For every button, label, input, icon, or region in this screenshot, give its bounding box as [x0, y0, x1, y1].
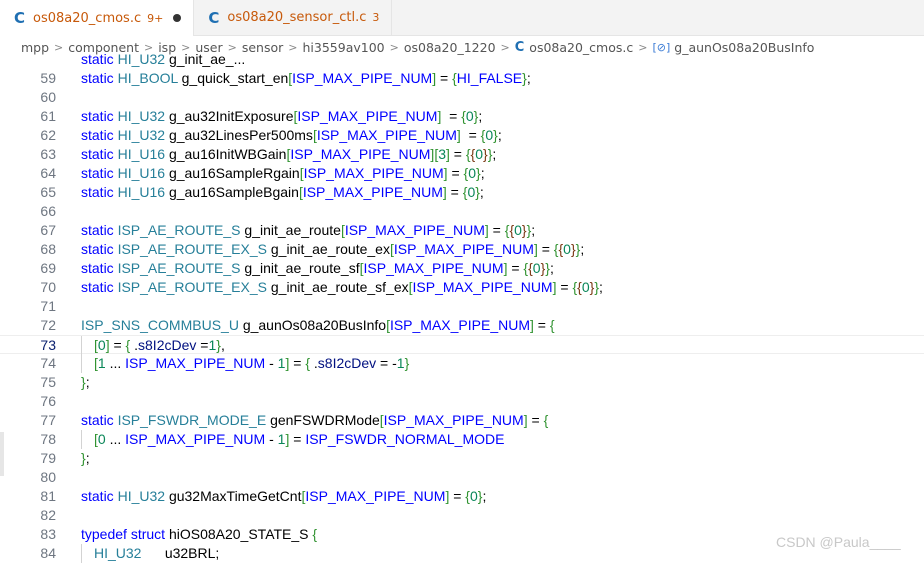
indent-guide: [81, 544, 94, 563]
line-number: 73: [40, 337, 56, 353]
code-line[interactable]: 67 static ISP_AE_ROUTE_S g_init_ae_route[…: [0, 221, 924, 240]
line-number: 79: [40, 450, 56, 466]
code-text: static HI_U16 g_au16SampleRgain[ISP_MAX_…: [81, 165, 485, 181]
code-text: HI_U32 u32BRL;: [81, 544, 219, 563]
code-line[interactable]: 68 static ISP_AE_ROUTE_EX_S g_init_ae_rou…: [0, 240, 924, 259]
code-text: static HI_U32 gu32MaxTimeGetCnt[ISP_MAX_…: [81, 488, 487, 504]
c-file-icon: C: [14, 9, 26, 27]
code-text: static HI_U32 g_au32InitExposure[ISP_MAX…: [81, 108, 483, 124]
tab-label: os08a20_sensor_ctl.c: [227, 10, 367, 25]
tab-label: os08a20_cmos.c: [33, 10, 142, 26]
code-text: static ISP_FSWDR_MODE_E genFSWDRMode[ISP…: [81, 412, 549, 428]
c-file-icon: C: [208, 8, 220, 27]
code-text: [0] = { .s8I2cDev =1},: [81, 336, 225, 355]
line-number: 80: [40, 469, 56, 485]
code-text: static HI_BOOL g_quick_start_en[ISP_MAX_…: [81, 70, 531, 86]
line-number: 72: [40, 317, 56, 333]
line-number: 61: [40, 108, 56, 124]
problems-badge: 3: [372, 11, 380, 24]
indent-guide: [81, 430, 94, 449]
unsaved-dot-icon[interactable]: [173, 14, 182, 22]
line-number: 60: [40, 89, 56, 105]
tab-os08a20-sensor-ctl[interactable]: C os08a20_sensor_ctl.c 3: [194, 0, 393, 35]
code-text: static ISP_AE_ROUTE_EX_S g_init_ae_route…: [81, 241, 585, 257]
code-line[interactable]: 70 static ISP_AE_ROUTE_EX_S g_init_ae_rou…: [0, 278, 924, 297]
line-number: 84: [40, 545, 56, 561]
line-number: 68: [40, 241, 56, 257]
line-number: 78: [40, 431, 56, 447]
code-line[interactable]: 80: [0, 468, 924, 487]
code-text: static HI_U32 g_init_ae_...: [81, 51, 246, 67]
indent-guide: [81, 336, 94, 355]
code-text: [1 ... ISP_MAX_PIPE_NUM - 1] = { .s8I2cD…: [81, 354, 409, 373]
code-text: static ISP_AE_ROUTE_EX_S g_init_ae_route…: [81, 279, 603, 295]
indent-guide: [81, 354, 94, 373]
code-text: static HI_U16 g_au16SampleBgain[ISP_MAX_…: [81, 184, 484, 200]
code-editor[interactable]: 59 static HI_BOOL g_quick_start_en[ISP_MA…: [0, 51, 924, 563]
code-line[interactable]: 71: [0, 297, 924, 316]
line-number: 83: [40, 526, 56, 542]
code-line[interactable]: 77 static ISP_FSWDR_MODE_E genFSWDRMode[I…: [0, 411, 924, 430]
line-number: 76: [40, 393, 56, 409]
line-number: 62: [40, 127, 56, 143]
code-line[interactable]: 74 [1 ... ISP_MAX_PIPE_NUM - 1] = { .s8I2…: [0, 354, 924, 373]
watermark: CSDN @Paula____: [776, 534, 901, 550]
line-number: 77: [40, 412, 56, 428]
code-line-partial: static HI_U32 g_init_ae_...: [0, 50, 924, 69]
line-number: 66: [40, 203, 56, 219]
code-line[interactable]: 65 static HI_U16 g_au16SampleBgain[ISP_MA…: [0, 183, 924, 202]
code-line[interactable]: 60: [0, 88, 924, 107]
code-text: };: [81, 450, 90, 466]
line-number: 70: [40, 279, 56, 295]
code-line[interactable]: 64 static HI_U16 g_au16SampleRgain[ISP_MA…: [0, 164, 924, 183]
line-number: 71: [40, 298, 56, 314]
code-line[interactable]: 75};: [0, 373, 924, 392]
code-line[interactable]: 62 static HI_U32 g_au32LinesPer500ms[ISP_…: [0, 126, 924, 145]
line-number: 74: [40, 355, 56, 371]
code-line[interactable]: 72 ISP_SNS_COMMBUS_U g_aunOs08a20BusInfo[…: [0, 316, 924, 335]
line-number: 65: [40, 184, 56, 200]
code-line[interactable]: 81 static HI_U32 gu32MaxTimeGetCnt[ISP_MA…: [0, 487, 924, 506]
code-line[interactable]: 63 static HI_U16 g_au16InitWBGain[ISP_MAX…: [0, 145, 924, 164]
code-text: ISP_SNS_COMMBUS_U g_aunOs08a20BusInfo[IS…: [81, 317, 555, 333]
code-line[interactable]: 61 static HI_U32 g_au32InitExposure[ISP_M…: [0, 107, 924, 126]
editor-tab-bar: C os08a20_cmos.c 9+ C os08a20_sensor_ctl…: [0, 0, 924, 36]
code-line[interactable]: 76: [0, 392, 924, 411]
line-number: 82: [40, 507, 56, 523]
code-text: static ISP_AE_ROUTE_S g_init_ae_route_sf…: [81, 260, 554, 276]
line-number: 69: [40, 260, 56, 276]
code-text: [0 ... ISP_MAX_PIPE_NUM - 1] = ISP_FSWDR…: [81, 430, 504, 449]
line-number: 75: [40, 374, 56, 390]
line-number: 63: [40, 146, 56, 162]
code-text: static ISP_AE_ROUTE_S g_init_ae_route[IS…: [81, 222, 536, 238]
code-text: static HI_U16 g_au16InitWBGain[ISP_MAX_P…: [81, 146, 497, 162]
code-line[interactable]: 73 [0] = { .s8I2cDev =1},: [0, 335, 924, 355]
line-number: 81: [40, 488, 56, 504]
code-line[interactable]: 78 [0 ... ISP_MAX_PIPE_NUM - 1] = ISP_FSW…: [0, 430, 924, 449]
code-line[interactable]: 66: [0, 202, 924, 221]
problems-badge: 9+: [147, 11, 164, 25]
code-text: static HI_U32 g_au32LinesPer500ms[ISP_MA…: [81, 127, 502, 143]
tab-os08a20-cmos[interactable]: C os08a20_cmos.c 9+: [0, 0, 195, 36]
line-number: 59: [40, 70, 56, 86]
code-text: };: [81, 374, 90, 390]
code-line[interactable]: 82: [0, 506, 924, 525]
code-line[interactable]: 79};: [0, 449, 924, 468]
code-line[interactable]: 59 static HI_BOOL g_quick_start_en[ISP_MA…: [0, 69, 924, 88]
code-text: typedef struct hiOS08A20_STATE_S {: [81, 526, 318, 542]
line-number: 67: [40, 222, 56, 238]
line-number: 64: [40, 165, 56, 181]
code-line[interactable]: 69 static ISP_AE_ROUTE_S g_init_ae_route_…: [0, 259, 924, 278]
